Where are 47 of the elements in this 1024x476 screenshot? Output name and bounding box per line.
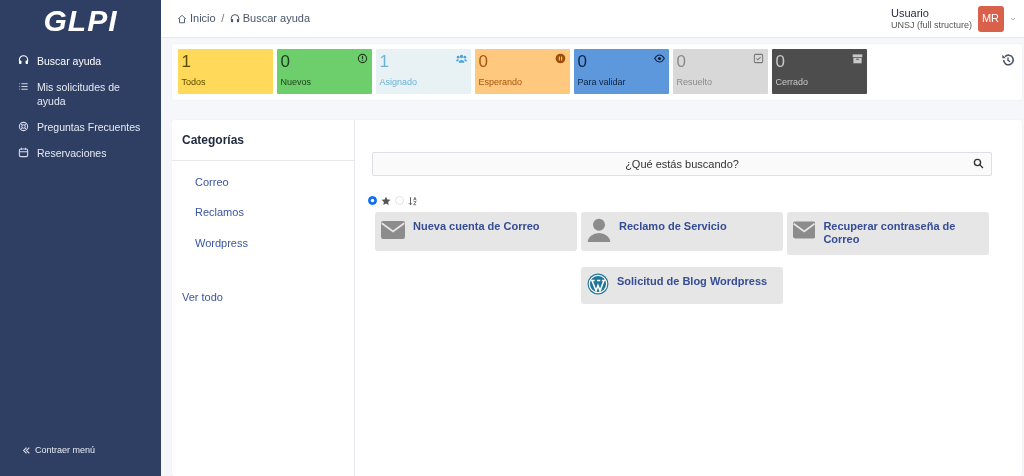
calendar-icon (18, 147, 29, 158)
breadcrumb-separator: / (221, 11, 225, 27)
category-link[interactable]: Reclamos (172, 197, 354, 228)
sidebar-item[interactable]: Reservaciones (0, 143, 161, 163)
history-icon[interactable] (1000, 53, 1015, 67)
wordpress-icon (587, 272, 609, 295)
logo[interactable]: GLPI (0, 4, 161, 37)
users-icon (455, 53, 467, 64)
star-icon (381, 195, 391, 206)
list-icon (18, 81, 29, 92)
form-card[interactable]: Recuperar contraseña de Correo (787, 211, 989, 255)
double-chevron-icon (22, 445, 31, 455)
pause-icon (554, 53, 566, 64)
collapse-menu-link[interactable]: Contraer menú (0, 439, 161, 460)
categories-heading: Categorías (172, 119, 354, 161)
sort-alpha-icon (408, 195, 418, 206)
status-tile[interactable]: 0 Esperando (474, 49, 570, 94)
breadcrumb-link[interactable]: Inicio (177, 10, 216, 27)
user-name: Usuario (891, 6, 930, 19)
headset-icon (229, 13, 240, 24)
exclamation-circle-icon (356, 53, 368, 64)
form-card[interactable]: Solicitud de Blog Wordpress (581, 266, 783, 304)
archive-icon (851, 53, 863, 64)
status-tile[interactable]: 0 Nuevos (276, 49, 372, 94)
home-icon (177, 13, 187, 24)
user-entity: UNSJ (full structure) (891, 18, 972, 31)
form-card[interactable]: Reclamo de Servicio (581, 211, 783, 251)
user-avatar[interactable]: MR (977, 5, 1004, 32)
search-field[interactable]: ¿Qué estás buscando? (372, 151, 992, 176)
search-icon[interactable] (973, 157, 984, 169)
category-link[interactable]: Correo (172, 166, 354, 197)
person-icon (587, 217, 611, 242)
sort-radio[interactable] (368, 196, 377, 205)
headset-icon (18, 55, 29, 66)
lifebuoy-icon (18, 121, 29, 132)
sidebar-item[interactable]: Buscar ayuda (0, 51, 161, 71)
status-tile[interactable]: 0 Para validar (573, 49, 669, 94)
eye-icon (653, 53, 665, 64)
breadcrumb-link[interactable]: Buscar ayuda (229, 10, 310, 27)
form-card[interactable]: Nueva cuenta de Correo (375, 211, 577, 251)
status-tile[interactable]: 1 Todos (177, 49, 273, 94)
sidebar-item[interactable]: Mis solicitudes de ayuda (0, 77, 161, 111)
see-all-link[interactable]: Ver todo (172, 282, 354, 313)
status-tile[interactable]: 0 Cerrado (771, 49, 867, 94)
sidebar-item[interactable]: Preguntas Frecuentes (0, 117, 161, 137)
category-link[interactable]: Wordpress (172, 227, 354, 258)
checkbox-icon (752, 53, 764, 64)
